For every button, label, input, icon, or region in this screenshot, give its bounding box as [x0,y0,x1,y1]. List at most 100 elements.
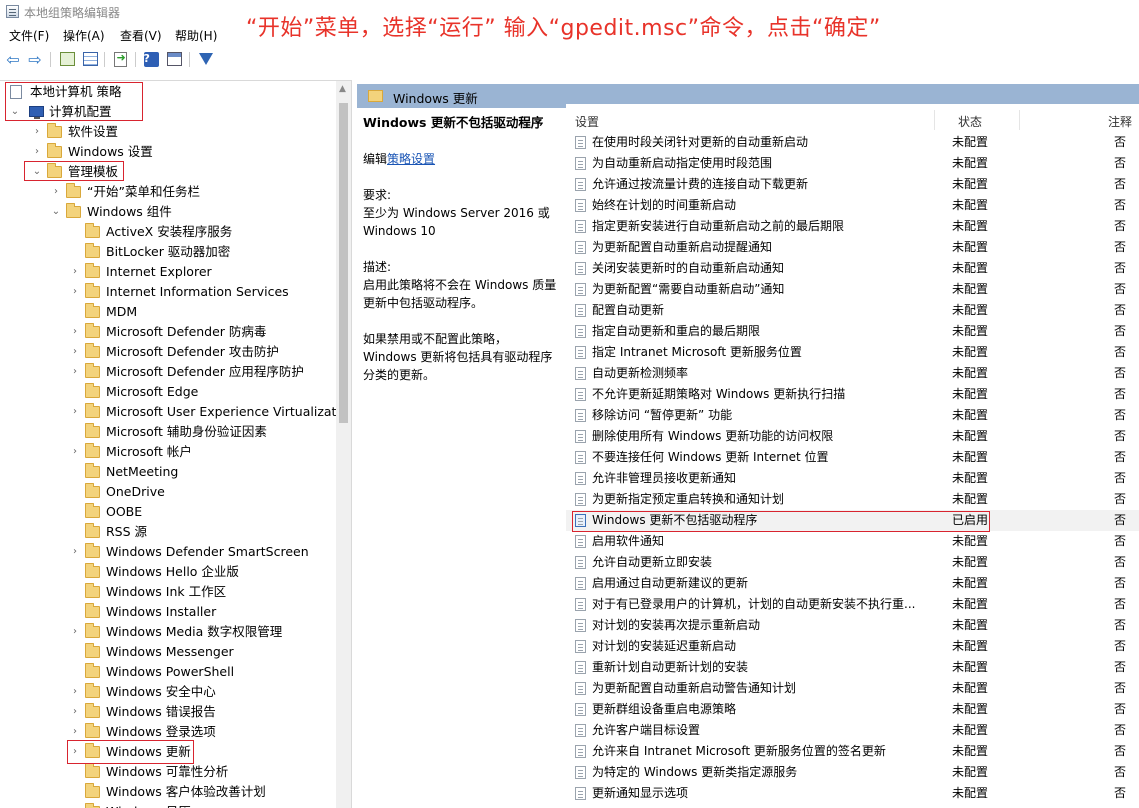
policy-name: 允许通过按流量计费的连接自动下载更新 [592,177,809,191]
chevron-right-icon[interactable]: › [70,342,80,362]
policy-row[interactable]: 重新计划自动更新计划的安装 未配置 否 [566,657,1139,678]
policy-row[interactable]: 自动更新检测频率 未配置 否 [566,363,1139,384]
policy-row[interactable]: 对计划的安装再次提示重新启动 未配置 否 [566,615,1139,636]
policy-row[interactable]: 为更新配置“需要自动重新启动”通知 未配置 否 [566,279,1139,300]
policy-state: 未配置 [952,450,989,464]
policy-state: 未配置 [952,471,989,485]
help-icon[interactable]: ? [142,50,160,68]
policy-settings-table: 设置 状态 注释 在使用时段关闭针对更新的自动重新启动 未配置否为自动重新启动指定… [566,104,1139,808]
chevron-down-icon[interactable]: ⌄ [32,162,42,182]
title-bar: 本地组策略编辑器 “开始”菜单，选择“运行” 输入“gpedit.msc”命令，… [0,0,1139,41]
tree-item-label: Windows Media 数字权限管理 [106,624,283,639]
menu-file[interactable]: 文件(F) [9,27,49,44]
menu-action[interactable]: 操作(A) [63,27,105,44]
policy-comment: 否 [1114,471,1127,485]
policy-row[interactable]: 启用软件通知 未配置 否 [566,531,1139,552]
policy-row[interactable]: 允许自动更新立即安装 未配置 否 [566,552,1139,573]
policy-setting-icon [575,241,586,254]
chevron-right-icon[interactable]: › [51,182,61,202]
chevron-right-icon[interactable]: › [32,142,42,162]
chevron-down-icon[interactable]: ⌄ [10,102,20,122]
chevron-right-icon[interactable]: › [70,542,80,562]
policy-row[interactable]: 更新群组设备重启电源策略 未配置 否 [566,699,1139,720]
policy-name: 在使用时段关闭针对更新的自动重新启动 [592,135,809,149]
policy-row[interactable]: 允许非管理员接收更新通知 未配置 否 [566,468,1139,489]
policy-row[interactable]: 不允许更新延期策略对 Windows 更新执行扫描 未配置 否 [566,384,1139,405]
tree-scrollbar[interactable]: ▲ [336,81,351,808]
menu-view[interactable]: 查看(V) [120,27,162,44]
policy-row[interactable]: 为更新配置自动重新启动警告通知计划 未配置 否 [566,678,1139,699]
chevron-right-icon[interactable]: › [70,682,80,702]
show-hide-tree-icon[interactable] [81,50,99,68]
computer-icon [29,106,44,119]
requirements-block: 要求: 至少为 Windows Server 2016 或 Windows 10 [363,186,559,240]
policy-row[interactable]: Windows 更新不包括驱动程序 已启用 否 [566,510,1139,531]
chevron-down-icon[interactable]: ⌄ [51,202,61,222]
policy-row[interactable]: 指定更新安装进行自动重新启动之前的最后期限 未配置 否 [566,216,1139,237]
forward-arrow-icon[interactable]: ⇨ [26,50,44,69]
policy-row[interactable]: 允许通过按流量计费的连接自动下载更新 未配置 否 [566,174,1139,195]
policy-row[interactable]: 更新通知显示选项 未配置 否 [566,783,1139,804]
chevron-right-icon[interactable]: › [70,282,80,302]
export-list-icon[interactable] [111,50,129,68]
chevron-right-icon[interactable]: › [70,722,80,742]
folder-icon [85,283,100,298]
policy-state: 未配置 [952,597,989,611]
policy-name: 允许来自 Intranet Microsoft 更新服务位置的签名更新 [592,744,886,758]
policy-row[interactable]: 为特定的 Windows 更新类指定源服务 未配置 否 [566,762,1139,783]
chevron-right-icon[interactable]: › [70,402,80,422]
policy-state: 未配置 [952,366,989,380]
policy-name: 更新通知显示选项 [592,786,689,800]
column-divider[interactable] [934,110,935,130]
column-header-comment[interactable]: 注释 [1108,113,1132,130]
up-folder-icon[interactable] [58,50,76,68]
folder-icon [85,463,100,478]
policy-row[interactable]: 关闭安装更新时的自动重新启动通知 未配置 否 [566,258,1139,279]
policy-row[interactable]: 在使用时段关闭针对更新的自动重新启动 未配置 否 [566,132,1139,153]
policy-row[interactable]: 指定自动更新和重启的最后期限 未配置 否 [566,321,1139,342]
filter-icon[interactable] [197,50,215,68]
menu-help[interactable]: 帮助(H) [175,27,217,44]
policy-row[interactable]: 指定 Intranet Microsoft 更新服务位置 未配置 否 [566,342,1139,363]
chevron-right-icon[interactable]: › [70,742,80,762]
edit-policy-link[interactable]: 策略设置 [387,152,435,166]
chevron-right-icon[interactable]: › [70,622,80,642]
tree-item-label: Microsoft Defender 防病毒 [106,324,267,339]
policy-row[interactable]: 为更新指定预定重启转换和通知计划 未配置 否 [566,489,1139,510]
column-divider[interactable] [1019,110,1020,130]
chevron-right-icon[interactable]: › [70,262,80,282]
policy-row[interactable]: 允许客户端目标设置 未配置 否 [566,720,1139,741]
policy-row[interactable]: 不要连接任何 Windows 更新 Internet 位置 未配置 否 [566,447,1139,468]
policy-row[interactable]: 始终在计划的时间重新启动 未配置 否 [566,195,1139,216]
folder-icon [66,183,81,198]
chevron-right-icon[interactable]: › [32,122,42,142]
column-header-state[interactable]: 状态 [958,113,982,130]
scroll-up-icon[interactable]: ▲ [339,84,346,94]
chevron-right-icon[interactable]: › [70,442,80,462]
policy-name: 对计划的安装延迟重新启动 [592,639,737,653]
properties-icon[interactable] [165,50,183,68]
chevron-right-icon[interactable]: › [70,702,80,722]
policy-row[interactable]: 对于有已登录用户的计算机，计划的自动更新安装不执行重... 未配置 否 [566,594,1139,615]
policy-row[interactable]: 启用通过自动更新建议的更新 未配置 否 [566,573,1139,594]
policy-editor-icon [6,5,19,18]
chevron-right-icon[interactable]: › [70,362,80,382]
column-header-setting[interactable]: 设置 [575,113,599,130]
policy-row[interactable]: 对计划的安装延迟重新启动 未配置 否 [566,636,1139,657]
policy-setting-icon [575,430,586,443]
folder-icon [368,90,383,102]
folder-icon [85,383,100,398]
scrollbar-thumb[interactable] [339,103,348,423]
tree-item-label: Microsoft 帐户 [106,444,192,459]
policy-row[interactable]: 删除使用所有 Windows 更新功能的访问权限 未配置 否 [566,426,1139,447]
policy-comment: 否 [1114,681,1127,695]
policy-setting-icon [575,745,586,758]
chevron-right-icon[interactable]: › [70,322,80,342]
policy-row[interactable]: 为更新配置自动重新启动提醒通知 未配置 否 [566,237,1139,258]
tree-item-label: NetMeeting [106,464,179,479]
policy-row[interactable]: 为自动重新启动指定使用时段范围 未配置 否 [566,153,1139,174]
policy-row[interactable]: 允许来自 Intranet Microsoft 更新服务位置的签名更新 未配置 否 [566,741,1139,762]
policy-row[interactable]: 配置自动更新 未配置 否 [566,300,1139,321]
back-arrow-icon[interactable]: ⇦ [4,50,22,69]
policy-row[interactable]: 移除访问 “暂停更新” 功能 未配置 否 [566,405,1139,426]
